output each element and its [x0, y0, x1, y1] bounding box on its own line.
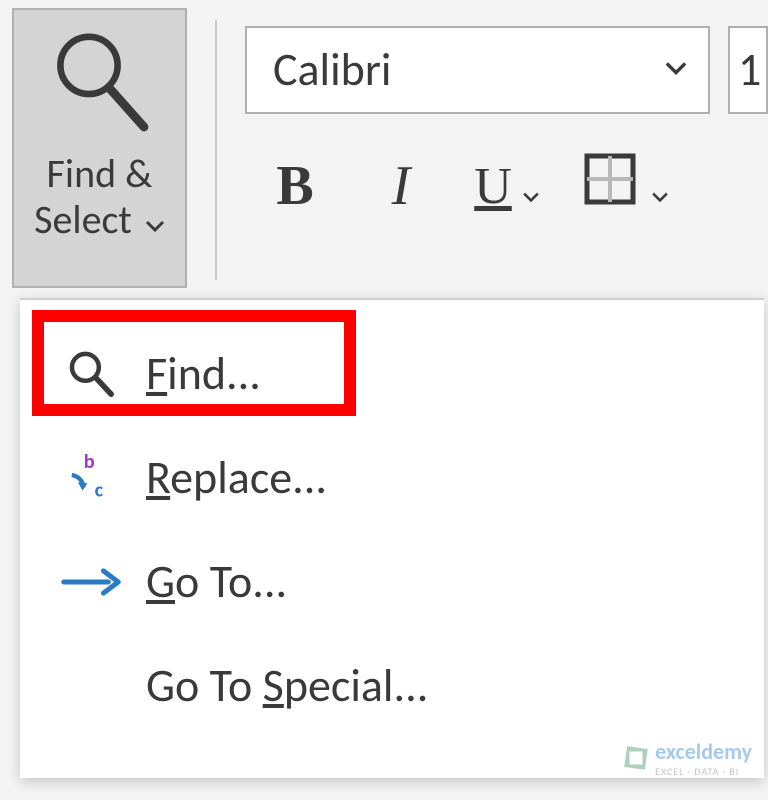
bold-button[interactable]: B [265, 156, 325, 216]
menu-item-goto[interactable]: Go To... [20, 530, 764, 634]
magnifying-glass-icon [45, 28, 155, 143]
menu-item-replace[interactable]: b c Replace... [20, 426, 764, 530]
ribbon-section: Find & Select Calibri 1 B I [0, 0, 768, 290]
svg-text:c: c [95, 479, 104, 503]
menu-item-label: Go To... [146, 554, 287, 610]
underline-glyph: U [474, 157, 512, 216]
font-size-partial: 1 [738, 42, 761, 98]
chevron-down-icon [145, 197, 165, 243]
italic-button[interactable]: I [371, 156, 431, 216]
find-icon [54, 346, 128, 402]
borders-button[interactable] [583, 156, 669, 216]
chevron-down-icon [664, 60, 688, 81]
underline-button[interactable]: U [477, 156, 537, 216]
font-size-dropdown[interactable]: 1 [728, 26, 768, 114]
find-select-dropdown-menu: Find... b c Replace... Go To... [20, 298, 764, 778]
italic-glyph: I [392, 154, 411, 218]
font-group: Calibri 1 B I U [245, 8, 768, 216]
menu-item-goto-special[interactable]: Go To Special... [20, 634, 764, 738]
menu-item-label: Find... [146, 346, 261, 402]
chevron-down-icon [522, 156, 540, 217]
menu-item-label: Replace... [146, 450, 327, 506]
font-family-dropdown[interactable]: Calibri [245, 26, 710, 114]
replace-icon: b c [54, 450, 128, 506]
svg-text:b: b [84, 450, 95, 474]
font-family-value: Calibri [273, 42, 664, 98]
chevron-down-icon [651, 156, 669, 217]
bold-glyph: B [276, 154, 313, 218]
borders-icon [583, 152, 637, 220]
find-and-select-button[interactable]: Find & Select [12, 8, 187, 288]
find-select-label: Find & Select [34, 151, 165, 243]
menu-item-find[interactable]: Find... [20, 322, 764, 426]
menu-item-label: Go To Special... [146, 658, 428, 714]
arrow-right-icon [54, 562, 128, 602]
group-separator [215, 20, 217, 280]
